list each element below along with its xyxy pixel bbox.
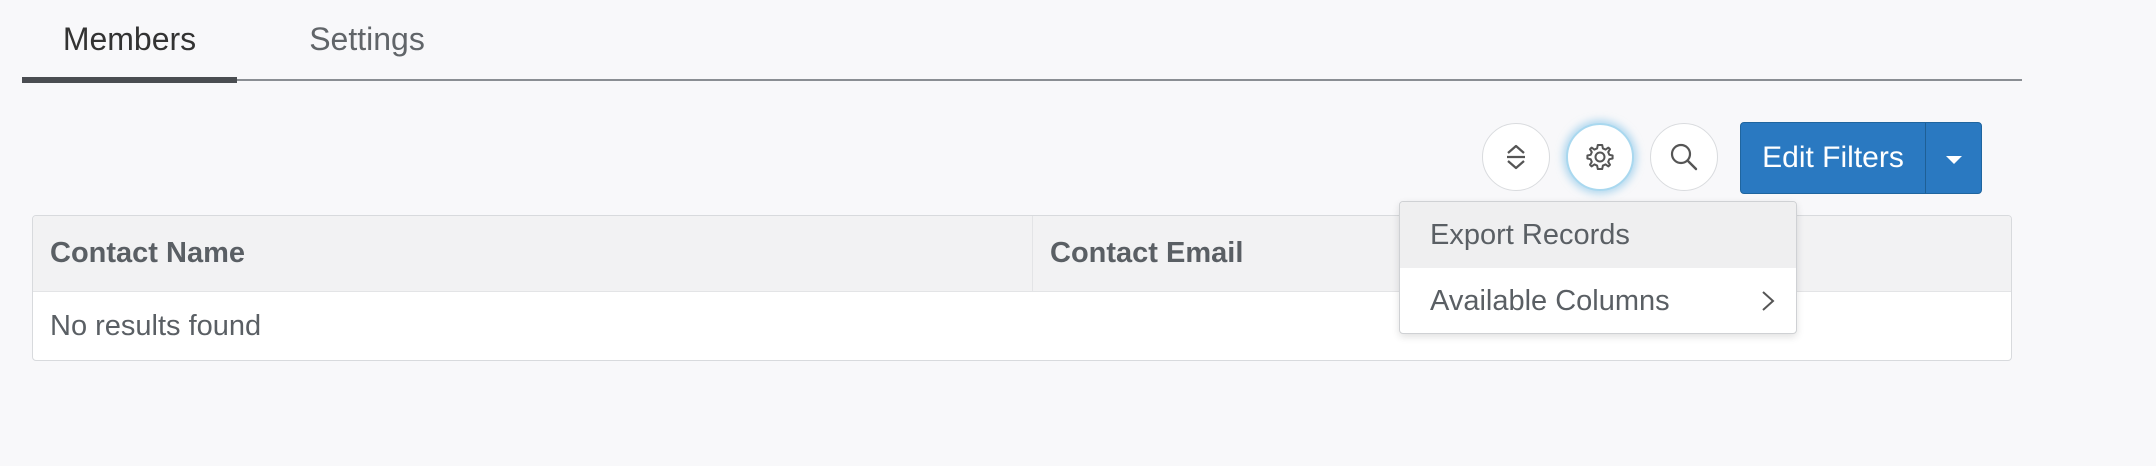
sort-button[interactable] bbox=[1482, 123, 1550, 191]
edit-filters-button-group: Edit Filters bbox=[1740, 122, 1982, 194]
sort-icon bbox=[1507, 144, 1525, 170]
settings-dropdown-menu: Export Records Available Columns bbox=[1399, 201, 1797, 334]
gear-icon bbox=[1586, 144, 1614, 170]
edit-filters-button[interactable]: Edit Filters bbox=[1741, 123, 1925, 193]
search-icon bbox=[1670, 143, 1698, 171]
tab-members[interactable]: Members bbox=[22, 0, 237, 83]
edit-filters-dropdown-toggle[interactable] bbox=[1926, 123, 1981, 193]
chevron-right-icon bbox=[1762, 291, 1775, 311]
tab-settings[interactable]: Settings bbox=[257, 0, 477, 81]
settings-button[interactable] bbox=[1566, 123, 1634, 191]
empty-message: No results found bbox=[50, 310, 262, 342]
menu-item-available-columns[interactable]: Available Columns bbox=[1400, 268, 1796, 333]
page: Members Settings Edit Filters Contact Na… bbox=[0, 0, 2156, 466]
menu-item-export-records[interactable]: Export Records bbox=[1400, 202, 1796, 268]
column-header-contact-name[interactable]: Contact Name bbox=[33, 216, 1033, 291]
caret-down-icon bbox=[1945, 156, 1962, 164]
menu-item-label: Available Columns bbox=[1430, 285, 1670, 317]
search-button[interactable] bbox=[1650, 123, 1718, 191]
tab-bar: Members Settings bbox=[22, 0, 2022, 83]
